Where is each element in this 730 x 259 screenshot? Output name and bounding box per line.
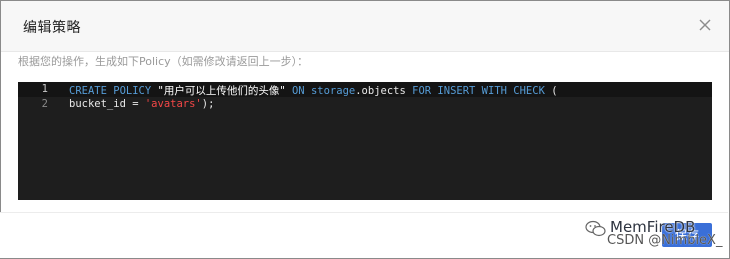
line-number: 2 — [41, 98, 48, 110]
code-token: ON — [291, 85, 305, 97]
code-token: ( — [544, 85, 558, 97]
code-token: CREATE POLICY — [69, 85, 152, 97]
code-token: .objects — [355, 85, 413, 97]
code-token: ); — [201, 98, 215, 110]
close-icon[interactable] — [695, 15, 715, 35]
code-token: FOR INSERT WITH CHECK — [412, 85, 545, 97]
code-line[interactable]: bucket_id = 'avatars'); — [69, 98, 214, 110]
code-line[interactable]: CREATE POLICY "用户可以上传他们的头像" ON storage.o… — [69, 83, 558, 98]
line-number: 1 — [41, 83, 48, 95]
watermark-line2: CSDN @NimbleX_ — [607, 233, 723, 248]
dialog-header: 编辑策略 — [1, 1, 729, 52]
code-token: 'avatars' — [144, 98, 202, 110]
wechat-logo-icon — [585, 220, 607, 238]
code-token: storage — [310, 85, 356, 97]
code-token: bucket_id = — [69, 98, 145, 110]
code-token: "用户可以上传他们的头像" — [151, 85, 292, 97]
code-editor[interactable]: 1 CREATE POLICY "用户可以上传他们的头像" ON storage.… — [18, 82, 712, 200]
dialog-title: 编辑策略 — [23, 20, 81, 36]
dialog-subtitle: 根据您的操作，生成如下Policy（如需修改请返回上一步）： — [18, 55, 309, 68]
